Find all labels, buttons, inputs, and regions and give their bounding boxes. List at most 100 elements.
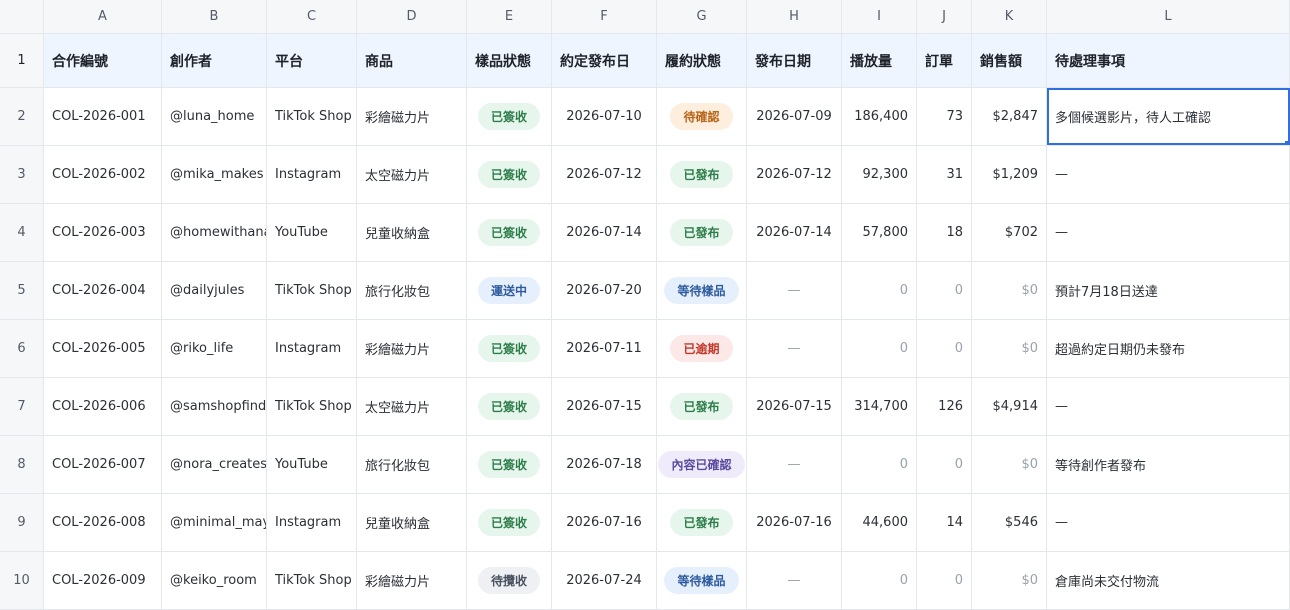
cell-todo[interactable]: 等待創作者發布: [1047, 436, 1290, 493]
cell-sales[interactable]: $0: [972, 262, 1047, 319]
cell-platform[interactable]: TikTok Shop: [267, 262, 357, 319]
cell-collab-id[interactable]: COL-2026-004: [44, 262, 162, 319]
cell-agreed-date[interactable]: 2026-07-15: [552, 378, 657, 435]
row-number[interactable]: 10: [0, 552, 44, 609]
cell-fulfillment-status[interactable]: 待確認: [657, 88, 747, 145]
cell-creator[interactable]: @nora_creates: [162, 436, 267, 493]
cell-orders[interactable]: 126: [917, 378, 972, 435]
cell-agreed-date[interactable]: 2026-07-11: [552, 320, 657, 377]
cell-collab-id[interactable]: COL-2026-006: [44, 378, 162, 435]
header-fulfillment-status[interactable]: 履約狀態: [657, 34, 747, 87]
cell-collab-id[interactable]: COL-2026-002: [44, 146, 162, 203]
cell-sales[interactable]: $4,914: [972, 378, 1047, 435]
cell-publish-date[interactable]: 2026-07-09: [747, 88, 842, 145]
cell-agreed-date[interactable]: 2026-07-14: [552, 204, 657, 261]
cell-agreed-date[interactable]: 2026-07-10: [552, 88, 657, 145]
cell-sales[interactable]: $702: [972, 204, 1047, 261]
column-header-i[interactable]: I: [842, 0, 917, 33]
cell-agreed-date[interactable]: 2026-07-20: [552, 262, 657, 319]
cell-todo[interactable]: —: [1047, 146, 1290, 203]
header-agreed-date[interactable]: 約定發布日: [552, 34, 657, 87]
cell-collab-id[interactable]: COL-2026-003: [44, 204, 162, 261]
row-number[interactable]: 7: [0, 378, 44, 435]
cell-fulfillment-status[interactable]: 已發布: [657, 146, 747, 203]
cell-product[interactable]: 彩繪磁力片: [357, 552, 467, 609]
cell-product[interactable]: 彩繪磁力片: [357, 320, 467, 377]
header-sales[interactable]: 銷售額: [972, 34, 1047, 87]
cell-orders[interactable]: 0: [917, 552, 972, 609]
cell-views[interactable]: 0: [842, 320, 917, 377]
cell-views[interactable]: 0: [842, 436, 917, 493]
cell-publish-date[interactable]: —: [747, 262, 842, 319]
cell-views[interactable]: 44,600: [842, 494, 917, 551]
column-header-d[interactable]: D: [357, 0, 467, 33]
cell-todo[interactable]: 預計7月18日送達: [1047, 262, 1290, 319]
cell-views[interactable]: 0: [842, 262, 917, 319]
row-number[interactable]: 2: [0, 88, 44, 145]
cell-publish-date[interactable]: 2026-07-16: [747, 494, 842, 551]
cell-fulfillment-status[interactable]: 已逾期: [657, 320, 747, 377]
cell-views[interactable]: 92,300: [842, 146, 917, 203]
cell-sales[interactable]: $0: [972, 320, 1047, 377]
header-product[interactable]: 商品: [357, 34, 467, 87]
header-collab-id[interactable]: 合作編號: [44, 34, 162, 87]
cell-fulfillment-status[interactable]: 等待樣品: [657, 262, 747, 319]
cell-sales[interactable]: $0: [972, 436, 1047, 493]
column-header-h[interactable]: H: [747, 0, 842, 33]
cell-product[interactable]: 太空磁力片: [357, 146, 467, 203]
cell-creator[interactable]: @homewithana: [162, 204, 267, 261]
cell-orders[interactable]: 0: [917, 262, 972, 319]
header-orders[interactable]: 訂單: [917, 34, 972, 87]
row-number[interactable]: 8: [0, 436, 44, 493]
cell-sales[interactable]: $2,847: [972, 88, 1047, 145]
cell-sample-status[interactable]: 已簽收: [467, 204, 552, 261]
cell-views[interactable]: 314,700: [842, 378, 917, 435]
cell-collab-id[interactable]: COL-2026-009: [44, 552, 162, 609]
cell-fulfillment-status[interactable]: 已發布: [657, 204, 747, 261]
row-number[interactable]: 5: [0, 262, 44, 319]
header-sample-status[interactable]: 樣品狀態: [467, 34, 552, 87]
cell-orders[interactable]: 0: [917, 436, 972, 493]
cell-sample-status[interactable]: 已簽收: [467, 378, 552, 435]
cell-collab-id[interactable]: COL-2026-008: [44, 494, 162, 551]
column-header-j[interactable]: J: [917, 0, 972, 33]
cell-todo[interactable]: 超過約定日期仍未發布: [1047, 320, 1290, 377]
column-header-f[interactable]: F: [552, 0, 657, 33]
cell-collab-id[interactable]: COL-2026-001: [44, 88, 162, 145]
cell-views[interactable]: 186,400: [842, 88, 917, 145]
cell-platform[interactable]: YouTube: [267, 204, 357, 261]
cell-sample-status[interactable]: 已簽收: [467, 88, 552, 145]
cell-orders[interactable]: 18: [917, 204, 972, 261]
cell-platform[interactable]: TikTok Shop: [267, 378, 357, 435]
cell-sample-status[interactable]: 已簽收: [467, 320, 552, 377]
cell-todo[interactable]: —: [1047, 204, 1290, 261]
cell-sales[interactable]: $546: [972, 494, 1047, 551]
cell-sample-status[interactable]: 已簽收: [467, 494, 552, 551]
cell-creator[interactable]: @samshopfinds: [162, 378, 267, 435]
header-publish-date[interactable]: 發布日期: [747, 34, 842, 87]
cell-sales[interactable]: $1,209: [972, 146, 1047, 203]
cell-orders[interactable]: 0: [917, 320, 972, 377]
cell-platform[interactable]: Instagram: [267, 494, 357, 551]
row-number[interactable]: 6: [0, 320, 44, 377]
cell-creator[interactable]: @riko_life: [162, 320, 267, 377]
column-header-a[interactable]: A: [44, 0, 162, 33]
cell-product[interactable]: 兒童收納盒: [357, 204, 467, 261]
cell-product[interactable]: 旅行化妝包: [357, 436, 467, 493]
cell-views[interactable]: 57,800: [842, 204, 917, 261]
header-creator[interactable]: 創作者: [162, 34, 267, 87]
cell-platform[interactable]: YouTube: [267, 436, 357, 493]
cell-todo[interactable]: 倉庫尚未交付物流: [1047, 552, 1290, 609]
column-header-g[interactable]: G: [657, 0, 747, 33]
cell-agreed-date[interactable]: 2026-07-18: [552, 436, 657, 493]
cell-publish-date[interactable]: 2026-07-14: [747, 204, 842, 261]
cell-creator[interactable]: @mika_makes: [162, 146, 267, 203]
column-header-b[interactable]: B: [162, 0, 267, 33]
cell-orders[interactable]: 73: [917, 88, 972, 145]
cell-orders[interactable]: 14: [917, 494, 972, 551]
column-header-e[interactable]: E: [467, 0, 552, 33]
cell-collab-id[interactable]: COL-2026-005: [44, 320, 162, 377]
cell-fulfillment-status[interactable]: 內容已確認: [657, 436, 747, 493]
cell-sample-status[interactable]: 已簽收: [467, 146, 552, 203]
cell-sample-status[interactable]: 運送中: [467, 262, 552, 319]
